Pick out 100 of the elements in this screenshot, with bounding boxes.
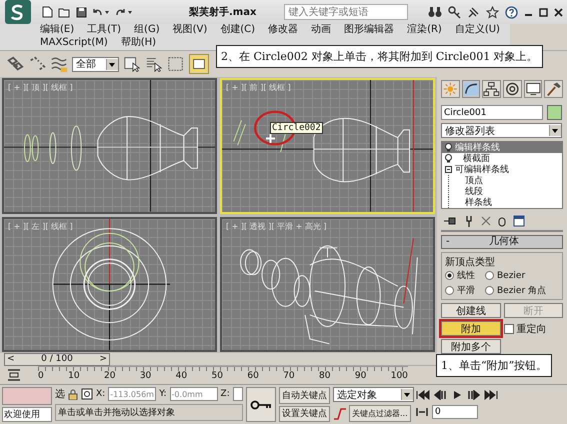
binoculars-icon[interactable]	[428, 6, 442, 18]
rectangle-selection-icon[interactable]	[167, 55, 185, 73]
x-label: X:	[96, 389, 106, 399]
radio-option[interactable]: Bezier	[485, 269, 559, 282]
object-color-swatch[interactable]	[547, 105, 562, 120]
auto-key-button[interactable]: 自动关键点	[279, 387, 330, 404]
z-coordinate-field[interactable]	[232, 387, 243, 401]
radio-option[interactable]: Bezier 角点	[485, 284, 559, 297]
radio-button[interactable]	[445, 286, 454, 295]
ruler-label: 10	[68, 371, 80, 383]
bind-wave-icon[interactable]	[50, 55, 68, 73]
radio-button[interactable]	[445, 271, 454, 280]
viewport[interactable]: [ + ][ 前 ][ 线框 ] Circle002	[220, 78, 435, 214]
sub-object-item[interactable]: 样条线	[448, 197, 562, 208]
ruler-label: 60	[247, 371, 259, 383]
rollout-header[interactable]: - 几何体	[441, 235, 563, 249]
ruler-label: 0	[38, 371, 44, 383]
maximize-icon[interactable]	[539, 8, 548, 16]
menu-item[interactable]: 视图(V)	[172, 24, 208, 35]
menu-item[interactable]: 修改器	[268, 24, 298, 35]
select-object-icon[interactable]	[123, 55, 141, 73]
time-slider-thumb[interactable]: < 0 / 100 >	[4, 352, 110, 366]
modifier-list-dropdown[interactable]: 修改器列表	[441, 123, 562, 138]
set-key-mode-button[interactable]: 设置关键点	[279, 406, 330, 422]
radio-option[interactable]: 线性	[445, 269, 485, 282]
file-name: 梨芙射手.max	[189, 6, 256, 19]
ruler-label: 90	[354, 371, 366, 383]
rollout-button[interactable]: 附加多个	[441, 339, 500, 354]
go-to-start-icon[interactable]	[416, 390, 430, 400]
selection-filter-dropdown[interactable]: 全部	[72, 56, 119, 72]
radio-option[interactable]: 平滑	[445, 284, 485, 297]
tuning-fork-icon[interactable]	[464, 215, 474, 227]
menu-item[interactable]: 渲染(R)	[407, 24, 442, 35]
lock-icon[interactable]	[68, 388, 78, 400]
instruction-callout: 1、单击“附加”按钮。	[436, 354, 552, 377]
redo-icon[interactable]	[115, 7, 133, 17]
sub-object-item[interactable]: 线段	[448, 186, 562, 197]
rollout-button[interactable]: 创建线	[441, 303, 500, 318]
time-slider-track[interactable]: < 0 / 100 >	[4, 353, 436, 366]
motion-icon[interactable]	[503, 80, 522, 98]
menu-item[interactable]: MAXScript(M)	[40, 37, 108, 48]
light-bulb-icon[interactable]	[445, 143, 452, 152]
star-icon[interactable]	[486, 6, 499, 18]
set-key-button[interactable]	[246, 387, 276, 422]
rollout-button[interactable]: 附加	[441, 321, 500, 336]
modifier-stack-item[interactable]: 横截面	[442, 153, 562, 164]
object-name-field[interactable]: Circle001	[441, 105, 543, 120]
next-frame-icon[interactable]	[466, 390, 480, 400]
undo-icon[interactable]	[92, 7, 110, 17]
new-file-icon[interactable]	[42, 6, 53, 18]
ruler-label: 20	[104, 371, 116, 383]
y-coordinate-field[interactable]: -0.0mm	[170, 387, 218, 401]
menu-item[interactable]: 自定义(U)	[454, 24, 500, 35]
selection-label: 选	[55, 388, 65, 401]
curve-tab-icon[interactable]	[462, 80, 480, 98]
hammer-icon[interactable]	[544, 80, 564, 98]
link-icon[interactable]	[6, 55, 24, 73]
key-mode-toggle-icon[interactable]	[416, 407, 428, 417]
search-field[interactable]: 键入关键字或短语	[284, 4, 408, 20]
close-icon[interactable]	[554, 8, 563, 16]
menu-item[interactable]: 创建(C)	[220, 24, 256, 35]
sub-object-item[interactable]: 顶点	[448, 175, 562, 186]
select-by-name-icon[interactable]	[145, 55, 163, 73]
menu-item[interactable]: 图形编辑器	[344, 24, 394, 35]
x-coordinate-field[interactable]: -113.056m	[108, 387, 156, 401]
collapse-icon[interactable]	[445, 166, 452, 173]
menu-item[interactable]: 帮助(H)	[120, 37, 156, 48]
key-icon[interactable]	[448, 6, 461, 18]
key-filters-button[interactable]: 关键点过滤器...	[349, 405, 411, 422]
menu-item[interactable]: 组(G)	[134, 24, 160, 35]
save-icon[interactable]	[76, 6, 87, 18]
display-icon[interactable]	[524, 80, 542, 98]
key-icon	[250, 400, 272, 410]
configure-sets-icon[interactable]	[513, 215, 525, 227]
radio-button[interactable]	[485, 271, 494, 280]
unlink-icon[interactable]	[28, 55, 46, 73]
modifier-stack-item[interactable]: 编辑样条线	[442, 142, 562, 153]
radio-button[interactable]	[485, 286, 494, 295]
checkbox-option[interactable]: 重定向	[504, 322, 563, 336]
go-to-end-icon[interactable]	[484, 390, 498, 400]
ruler-label: 30	[140, 371, 152, 383]
hierarchy-icon[interactable]	[482, 80, 502, 98]
play-icon[interactable]	[452, 390, 462, 400]
modifier-stack-item[interactable]: 可编辑样条线	[442, 164, 562, 175]
checkbox[interactable]	[504, 324, 514, 334]
track-bar-toggle-icon[interactable]	[6, 368, 22, 382]
y-label: Y:	[159, 389, 167, 399]
current-frame-field[interactable]: 0	[432, 405, 478, 419]
menu-item[interactable]: 工具(T)	[87, 24, 122, 35]
light-bulb-icon[interactable]	[445, 154, 452, 163]
curve-icon[interactable]	[333, 406, 347, 420]
help-icon[interactable]	[505, 6, 518, 18]
pin-icon[interactable]	[443, 216, 457, 226]
previous-frame-icon[interactable]	[434, 390, 448, 400]
menu-item[interactable]: 编辑(E)	[40, 24, 74, 35]
key-mode-dropdown[interactable]: 选定对象	[333, 387, 414, 402]
open-folder-icon[interactable]	[58, 6, 71, 18]
welcome-field[interactable]: 欢迎使用	[2, 407, 52, 422]
menu-item[interactable]: 动画	[311, 24, 332, 35]
app-logo-icon[interactable]	[4, 0, 32, 25]
